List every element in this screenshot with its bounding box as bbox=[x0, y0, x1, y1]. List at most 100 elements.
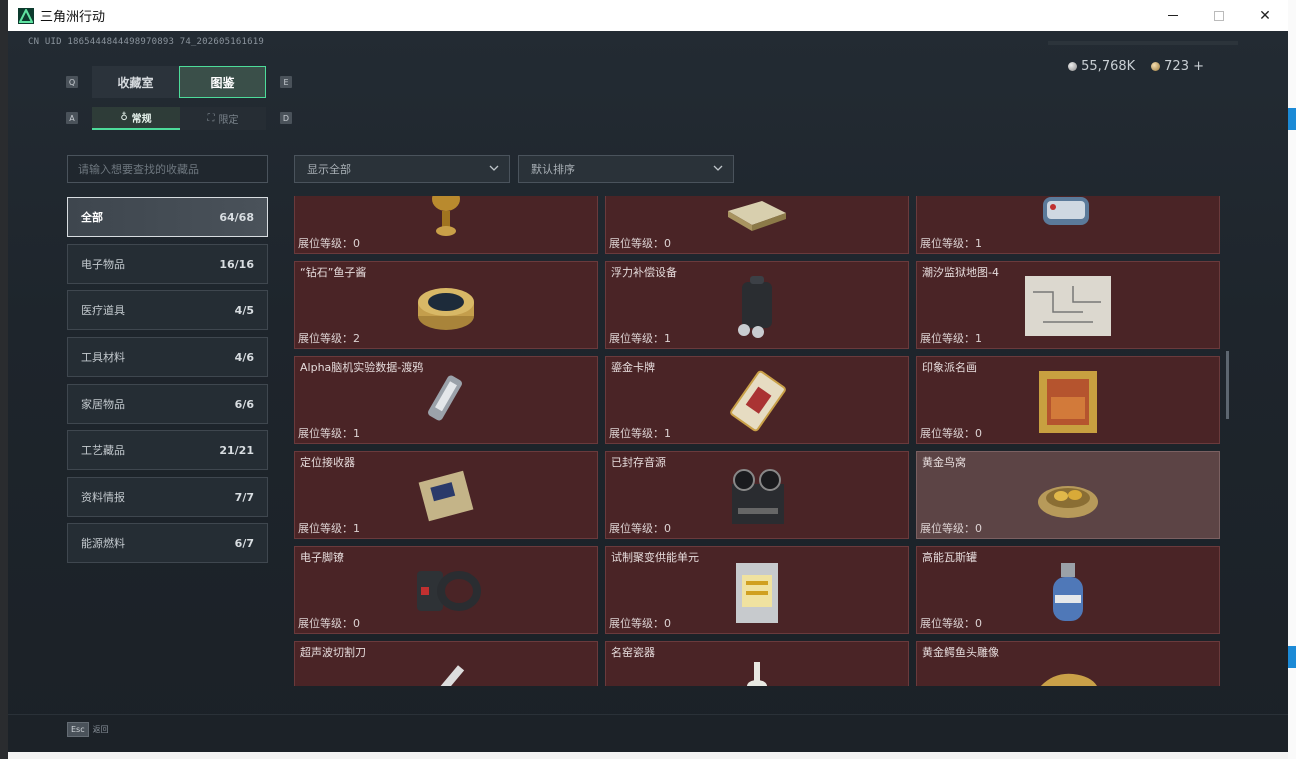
gas-tank-icon bbox=[1053, 563, 1083, 621]
category-household[interactable]: 家居物品 6/6 bbox=[67, 384, 268, 424]
item-name: 试制聚变供能单元 bbox=[611, 551, 699, 564]
item-card[interactable]: 潮汐监狱地图-4 展位等级：1 bbox=[916, 261, 1220, 349]
regular-icon: ♁ bbox=[120, 112, 128, 123]
window-title: 三角洲行动 bbox=[40, 10, 106, 25]
show-filter-dropdown[interactable]: 显示全部 bbox=[294, 155, 510, 183]
gold-coin-icon bbox=[1151, 62, 1161, 71]
ankle-monitor-icon bbox=[417, 571, 481, 611]
item-name: Alpha脑机实验数据-渡鸦 bbox=[300, 361, 424, 374]
item-card[interactable]: 电子脚镣 展位等级：0 bbox=[294, 546, 598, 634]
item-card[interactable]: 展位等级：0 bbox=[605, 196, 909, 254]
category-tools[interactable]: 工具材料 4/6 bbox=[67, 337, 268, 377]
minimize-button[interactable] bbox=[1150, 0, 1196, 31]
item-grid[interactable]: 展位等级：0 展位等级：0 展位等级：1 “钻石”鱼子酱 展位等级：2 浮力补偿… bbox=[294, 196, 1220, 686]
croc-statue-icon bbox=[1040, 673, 1097, 686]
grid-scrollbar[interactable] bbox=[1226, 351, 1229, 419]
item-card[interactable]: 印象派名画 展位等级：0 bbox=[916, 356, 1220, 444]
close-button[interactable]: ✕ bbox=[1242, 0, 1288, 31]
key-hint-q: Q bbox=[66, 76, 78, 88]
item-name: 超声波切割刀 bbox=[300, 646, 366, 659]
item-card[interactable]: 鎏金卡牌 展位等级：1 bbox=[605, 356, 909, 444]
category-count: 7/7 bbox=[234, 490, 254, 504]
category-medical[interactable]: 医疗道具 4/5 bbox=[67, 290, 268, 330]
currency-display: 55,768K 723 + bbox=[1068, 59, 1204, 74]
item-level: 展位等级：0 bbox=[920, 427, 982, 440]
key-hint-d: D bbox=[280, 112, 292, 124]
item-card[interactable]: 高能瓦斯罐 展位等级：0 bbox=[916, 546, 1220, 634]
category-label: 家居物品 bbox=[81, 398, 125, 411]
chevron-down-icon bbox=[713, 165, 723, 171]
item-card[interactable]: Alpha脑机实验数据-渡鸦 展位等级：1 bbox=[294, 356, 598, 444]
show-filter-value: 显示全部 bbox=[307, 163, 351, 176]
category-label: 能源燃料 bbox=[81, 537, 125, 550]
title-bar[interactable]: 三角洲行动 ✕ bbox=[8, 0, 1288, 31]
caviar-tin-icon bbox=[418, 288, 474, 330]
category-energy[interactable]: 能源燃料 6/7 bbox=[67, 523, 268, 563]
category-label: 医疗道具 bbox=[81, 304, 125, 317]
tape-recorder-icon bbox=[732, 469, 784, 524]
chevron-down-icon bbox=[489, 165, 499, 171]
golden-nest-icon bbox=[1038, 486, 1098, 518]
item-name: 黄金鸟窝 bbox=[922, 456, 966, 469]
tab-collection-room[interactable]: 收藏室 bbox=[92, 66, 179, 98]
item-level: 展位等级：0 bbox=[609, 237, 671, 250]
item-card[interactable]: 黄金鸟窝 展位等级：0 bbox=[916, 451, 1220, 539]
gold-card-icon bbox=[730, 370, 786, 432]
item-level: 展位等级：1 bbox=[609, 427, 671, 440]
maximize-button[interactable] bbox=[1196, 0, 1242, 31]
category-all[interactable]: 全部 64/68 bbox=[67, 197, 268, 237]
item-card[interactable]: 黄金鳄鱼头雕像 bbox=[916, 641, 1220, 686]
item-level: 展位等级：0 bbox=[298, 617, 360, 630]
item-level: 展位等级：1 bbox=[920, 237, 982, 250]
silver-coin-icon bbox=[1068, 62, 1078, 71]
item-level: 展位等级：1 bbox=[609, 332, 671, 345]
item-name: 浮力补偿设备 bbox=[611, 266, 677, 279]
item-card[interactable]: 已封存音源 展位等级：0 bbox=[605, 451, 909, 539]
item-level: 展位等级：2 bbox=[298, 332, 360, 345]
desktop-right-edge bbox=[1288, 0, 1296, 759]
category-label: 电子物品 bbox=[81, 258, 125, 271]
category-count: 64/68 bbox=[219, 210, 254, 224]
receiver-icon bbox=[418, 470, 474, 522]
subtab-limited[interactable]: ⛶ 限定 bbox=[180, 107, 266, 130]
category-electronics[interactable]: 电子物品 16/16 bbox=[67, 244, 268, 284]
back-button[interactable]: Esc 返回 bbox=[67, 722, 109, 737]
sort-dropdown[interactable]: 默认排序 bbox=[518, 155, 734, 183]
map-icon bbox=[1025, 276, 1111, 336]
item-card[interactable]: 超声波切割刀 bbox=[294, 641, 598, 686]
search-input[interactable]: 请输入想要查找的收藏品 bbox=[67, 155, 268, 183]
silver-currency: 55,768K bbox=[1068, 59, 1135, 74]
item-level: 展位等级：0 bbox=[609, 617, 671, 630]
item-name: 潮汐监狱地图-4 bbox=[922, 266, 999, 279]
item-level: 展位等级：0 bbox=[298, 237, 360, 250]
item-level: 展位等级：1 bbox=[298, 522, 360, 535]
category-crafts[interactable]: 工艺藏品 21/21 bbox=[67, 430, 268, 470]
category-label: 工具材料 bbox=[81, 351, 125, 364]
item-name: 名窑瓷器 bbox=[611, 646, 655, 659]
cutter-icon bbox=[425, 665, 465, 686]
item-name: “钻石”鱼子酱 bbox=[300, 266, 367, 279]
category-count: 6/6 bbox=[234, 397, 254, 411]
category-count: 21/21 bbox=[219, 443, 254, 457]
item-card[interactable]: 试制聚变供能单元 展位等级：0 bbox=[605, 546, 909, 634]
item-name: 已封存音源 bbox=[611, 456, 666, 469]
item-card[interactable]: 浮力补偿设备 展位等级：1 bbox=[605, 261, 909, 349]
item-card[interactable]: 名窑瓷器 bbox=[605, 641, 909, 686]
category-intel[interactable]: 资料情报 7/7 bbox=[67, 477, 268, 517]
item-card[interactable]: 定位接收器 展位等级：1 bbox=[294, 451, 598, 539]
sort-value: 默认排序 bbox=[531, 163, 575, 176]
subtab-regular[interactable]: ♁ 常规 bbox=[92, 107, 180, 130]
gold-currency[interactable]: 723 + bbox=[1151, 59, 1204, 74]
buoyancy-device-icon bbox=[738, 276, 772, 338]
usb-drive-icon bbox=[428, 375, 462, 421]
subtab-limited-label: 限定 bbox=[218, 115, 239, 126]
item-name: 定位接收器 bbox=[300, 456, 355, 469]
item-card[interactable]: 展位等级：0 bbox=[294, 196, 598, 254]
item-level: 展位等级：0 bbox=[920, 522, 982, 535]
item-card[interactable]: “钻石”鱼子酱 展位等级：2 bbox=[294, 261, 598, 349]
tab-catalog[interactable]: 图鉴 bbox=[179, 66, 266, 98]
porcelain-icon bbox=[747, 662, 767, 686]
item-card[interactable]: 展位等级：1 bbox=[916, 196, 1220, 254]
item-name: 印象派名画 bbox=[922, 361, 977, 374]
esc-key: Esc bbox=[67, 722, 89, 737]
